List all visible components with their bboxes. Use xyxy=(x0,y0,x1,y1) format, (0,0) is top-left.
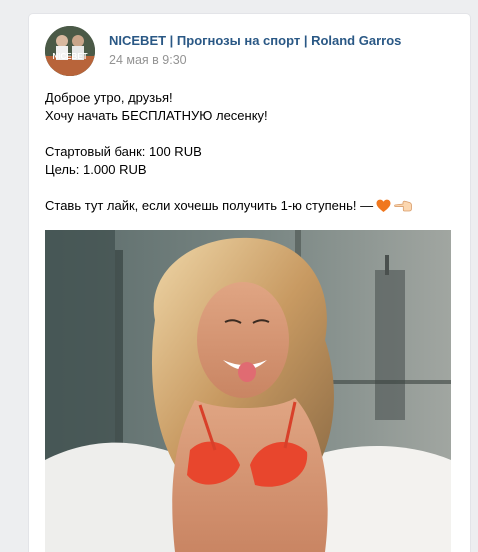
post-text: Доброе утро, друзья! Хочу начать БЕСПЛАТ… xyxy=(45,89,455,215)
post-photo-image xyxy=(45,230,451,552)
avatar-logo-text: NICEBET xyxy=(52,52,87,61)
post-text-line: Цель: 1.000 RUB xyxy=(45,162,147,177)
pointing-left-hand-icon xyxy=(394,199,412,218)
post-card: NICEBET NICEBET | Прогнозы на спорт | Ro… xyxy=(29,14,470,552)
post-text-line-with-emoji: Ставь тут лайк, если хочешь получить 1-ю… xyxy=(45,197,455,215)
orange-heart-icon xyxy=(376,199,391,218)
community-avatar[interactable]: NICEBET xyxy=(45,26,95,76)
post-text-line: Ставь тут лайк, если хочешь получить 1-ю… xyxy=(45,198,374,213)
nicebet-logo-icon: NICEBET xyxy=(45,26,95,76)
post-text-blank-line xyxy=(45,125,455,143)
post-text-line: Хочу начать БЕСПЛАТНУЮ лесенку! xyxy=(45,108,268,123)
post-author-link[interactable]: NICEBET | Прогнозы на спорт | Roland Gar… xyxy=(109,33,401,48)
post-photo[interactable] xyxy=(45,230,451,552)
post-text-line: Стартовый банк: 100 RUB xyxy=(45,144,202,159)
post-text-blank-line xyxy=(45,179,455,197)
post-text-line: Доброе утро, друзья! xyxy=(45,90,173,105)
post-date[interactable]: 24 мая в 9:30 xyxy=(109,53,187,67)
